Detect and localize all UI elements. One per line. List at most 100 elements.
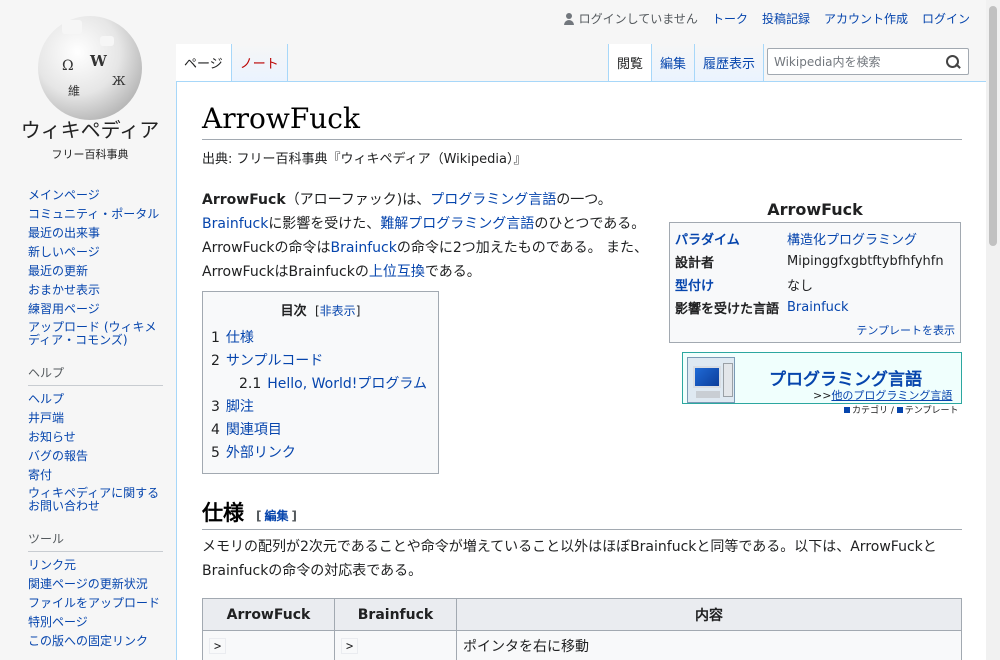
- column-header: Brainfuck: [334, 598, 457, 631]
- toc-link[interactable]: 脚注: [226, 399, 254, 415]
- infobox-value: なし: [787, 279, 814, 294]
- section-heading: 仕様 [編集]: [202, 497, 962, 530]
- namespace-tabs: ページ ノート: [176, 44, 288, 82]
- tab-edit[interactable]: 編集: [652, 44, 696, 82]
- sidebar-item-village-pump[interactable]: 井戸端: [28, 409, 163, 428]
- content: ArrowFuck 出典: フリー百科事典『ウィキペディア（Wikipedia）…: [176, 81, 986, 660]
- globe-glyph: W: [90, 52, 107, 70]
- toc-item[interactable]: 2 サンプルコード: [211, 350, 430, 373]
- search-icon[interactable]: [946, 55, 960, 69]
- section-title: 仕様: [202, 500, 244, 525]
- infobox: パラダイム 構造化プログラミング 設計者 Mipinggfxgbtftybfhfyh…: [669, 222, 961, 343]
- column-header: ArrowFuck: [202, 598, 335, 631]
- toc-link[interactable]: 外部リンク: [226, 445, 296, 461]
- lead-text: の一つ。: [556, 192, 612, 208]
- command-code: >: [209, 637, 227, 654]
- other-prefix: >>: [813, 389, 832, 402]
- toc-item[interactable]: 1 仕様: [211, 327, 430, 350]
- link-superset[interactable]: 上位互換: [369, 264, 425, 280]
- lead-paragraph: ArrowFuck（アローファック)は、プログラミング言語の一つ。 Brainfu…: [202, 188, 650, 284]
- toc-number: 1: [211, 330, 220, 346]
- section-edit: [編集]: [256, 509, 297, 523]
- template-link[interactable]: テンプレート: [905, 406, 959, 416]
- section-edit-link[interactable]: 編集: [264, 509, 288, 523]
- sidebar-item-bug-report[interactable]: バグの報告: [28, 447, 163, 466]
- commands-table: ArrowFuck Brainfuck 内容 > > ポインタを右に移動: [202, 598, 962, 660]
- tab-note[interactable]: ノート: [231, 44, 288, 82]
- toc-link[interactable]: 関連項目: [226, 422, 282, 438]
- infobox-key[interactable]: パラダイム: [675, 229, 787, 248]
- search-input[interactable]: [768, 49, 938, 74]
- sidebar-item-recent-changes[interactable]: 最近の更新: [28, 262, 163, 281]
- table-of-contents: 目次 [非表示] 1 仕様 2 サンプルコード 2.1 Hello, World!プロ…: [202, 291, 439, 474]
- sidebar-item-contact[interactable]: ウィキペディアに関するお問い合わせ: [28, 485, 163, 516]
- sidebar-item-main-page[interactable]: メインページ: [28, 186, 163, 205]
- infobox-value[interactable]: Brainfuck: [787, 300, 849, 315]
- toc-link[interactable]: サンプルコード: [226, 353, 323, 369]
- sidebar-item-random[interactable]: おまかせ表示: [28, 281, 163, 300]
- command-code: >: [341, 637, 359, 654]
- table-cell: ポインタを右に移動: [456, 630, 962, 660]
- scrollbar-thumb[interactable]: [989, 6, 997, 246]
- sidebar-item-sandbox[interactable]: 練習用ページ: [28, 300, 163, 319]
- talk-link[interactable]: トーク: [712, 10, 748, 27]
- sidebar-item-help[interactable]: ヘルプ: [28, 390, 163, 409]
- category-link[interactable]: カテゴリ: [852, 406, 888, 416]
- sidebar-item-special-pages[interactable]: 特別ページ: [28, 613, 163, 632]
- toc-item[interactable]: 2.1 Hello, World!プログラム: [211, 373, 430, 396]
- toc-hide-link[interactable]: 非表示: [320, 304, 356, 318]
- not-logged-in-label: ログインしていません: [578, 12, 698, 26]
- sidebar-item-upload-commons[interactable]: アップロード (ウィキメディア・コモンズ): [28, 319, 163, 350]
- create-account-link[interactable]: アカウント作成: [824, 10, 908, 27]
- sidebar-item-related-changes[interactable]: 関連ページの更新状況: [28, 575, 163, 594]
- table-cell: >: [334, 630, 457, 660]
- login-link[interactable]: ログイン: [922, 10, 970, 27]
- page-title: ArrowFuck: [202, 102, 962, 140]
- toc-item[interactable]: 3 脚注: [211, 396, 430, 419]
- infobox-value: Mipinggfxgbtftybfhfyhfn: [787, 254, 944, 269]
- sidebar-item-permanent-link[interactable]: この版への固定リンク: [28, 632, 163, 651]
- link-brainfuck[interactable]: Brainfuck: [202, 216, 268, 232]
- lead-bold-title: ArrowFuck: [202, 192, 286, 208]
- infobox-value[interactable]: 構造化プログラミング: [787, 229, 917, 248]
- infobox-row: 影響を受けた言語 Brainfuck: [675, 296, 955, 319]
- toc-link[interactable]: Hello, World!プログラム: [267, 376, 427, 392]
- toc-item[interactable]: 5 外部リンク: [211, 442, 430, 465]
- toc-toggle: [非表示]: [311, 304, 361, 318]
- table-row: > > ポインタを右に移動: [202, 630, 962, 660]
- user-icon: [563, 12, 575, 25]
- sidebar-item-what-links-here[interactable]: リンク元: [28, 556, 163, 575]
- table-cell: >: [202, 630, 335, 660]
- sidebar-item-new-pages[interactable]: 新しいページ: [28, 243, 163, 262]
- sidebar-item-current-events[interactable]: 最近の出来事: [28, 224, 163, 243]
- tab-history[interactable]: 履歴表示: [695, 44, 765, 82]
- globe-glyph: Ω: [62, 58, 74, 74]
- infobox-key[interactable]: 型付け: [675, 275, 787, 294]
- sidebar-item-upload-file[interactable]: ファイルをアップロード: [28, 594, 163, 613]
- toc-title-row: 目次 [非表示]: [211, 300, 430, 319]
- other-languages: >>他のプログラミング言語: [813, 387, 952, 403]
- template-view-link[interactable]: テンプレートを表示: [856, 324, 955, 337]
- site-subtitle: 出典: フリー百科事典『ウィキペディア（Wikipedia）』: [202, 152, 527, 167]
- toc-number: 2: [211, 353, 220, 369]
- wikipedia-logo[interactable]: Ω W 維 Ж ウィキペディア フリー百科事典: [20, 10, 160, 161]
- sidebar-item-donate[interactable]: 寄付: [28, 466, 163, 485]
- wordmark: ウィキペディア: [20, 118, 160, 142]
- page: Ω W 維 Ж ウィキペディア フリー百科事典 メインページ コミュニティ・ポー…: [0, 0, 1000, 660]
- toc-number: 4: [211, 422, 220, 438]
- sidebar-item-community-portal[interactable]: コミュニティ・ポータル: [28, 205, 163, 224]
- link-programming-language[interactable]: プログラミング言語: [430, 192, 556, 208]
- toc-link[interactable]: 仕様: [226, 330, 254, 346]
- link-esoteric-language[interactable]: 難解プログラミング言語: [380, 216, 534, 232]
- other-languages-link[interactable]: 他のプログラミング言語: [831, 389, 952, 402]
- table-header-row: ArrowFuck Brainfuck 内容: [202, 598, 962, 631]
- scrollbar[interactable]: [986, 0, 1000, 660]
- computer-icon[interactable]: [687, 357, 735, 403]
- tab-page[interactable]: ページ: [176, 44, 232, 82]
- link-brainfuck[interactable]: Brainfuck: [331, 240, 397, 256]
- toc-item[interactable]: 4 関連項目: [211, 419, 430, 442]
- sidebar-item-announcements[interactable]: お知らせ: [28, 428, 163, 447]
- infobox-row: 設計者 Mipinggfxgbtftybfhfyhfn: [675, 250, 955, 273]
- contributions-link[interactable]: 投稿記録: [762, 10, 810, 27]
- tab-read[interactable]: 閲覧: [608, 44, 653, 82]
